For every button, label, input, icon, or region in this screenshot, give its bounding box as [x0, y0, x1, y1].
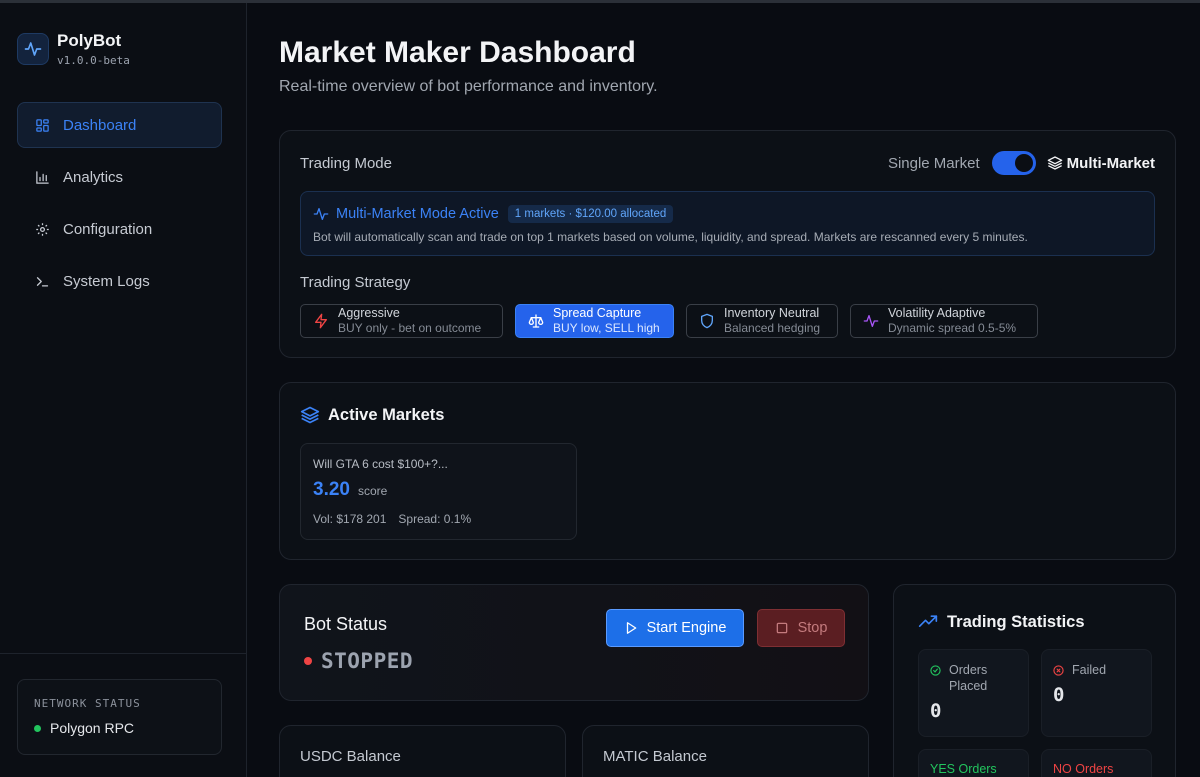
network-status-value: Polygon RPC [50, 720, 135, 736]
play-icon [626, 622, 636, 634]
strategy-spread-capture-button[interactable]: Spread Capture BUY low, SELL high [515, 304, 674, 338]
multi-market-text: Multi-Market [1066, 154, 1155, 172]
start-engine-label: Start Engine [646, 620, 727, 636]
strategy-desc: Dynamic spread 0.5-5% [888, 321, 1017, 335]
network-online-dot [34, 724, 41, 732]
grid-icon [36, 118, 49, 132]
strategy-desc: BUY low, SELL high [553, 321, 660, 335]
market-score-value: 3.20 [313, 479, 350, 500]
market-question: Will GTA 6 cost $100+?... [313, 457, 448, 471]
network-status-card: NETWORK STATUS Polygon RPC [17, 679, 222, 755]
multi-market-description: Bot will automatically scan and trade on… [313, 230, 1028, 244]
network-status-label: NETWORK STATUS [34, 697, 141, 710]
orders-placed-stat: Orders Placed 0 [918, 649, 1029, 737]
sidebar-nav: Dashboard Analytics Configuration System… [17, 102, 222, 310]
trading-strategy-label: Trading Strategy [300, 274, 411, 291]
shield-icon [701, 313, 713, 329]
mode-toggle-row: Single Market Multi-Market [888, 151, 1155, 175]
usdc-balance-card: USDC Balance [279, 725, 566, 777]
no-orders-stat: NO Orders [1041, 749, 1152, 777]
strategy-desc: BUY only - bet on outcome [338, 321, 482, 335]
yes-orders-label: YES Orders [930, 762, 997, 776]
sidebar-item-dashboard[interactable]: Dashboard [17, 102, 222, 148]
layers-icon [1047, 156, 1062, 170]
usdc-balance-label: USDC Balance [300, 748, 401, 765]
market-card[interactable]: Will GTA 6 cost $100+?... 3.20 score Vol… [300, 443, 577, 540]
square-icon [776, 622, 787, 634]
strategy-inventory-neutral-button[interactable]: Inventory Neutral Balanced hedging [686, 304, 838, 338]
main-content: Market Maker Dashboard Real-time overvie… [247, 3, 1200, 777]
trading-mode-card: Trading Mode Single Market Multi-Market … [279, 130, 1176, 358]
bar-chart-icon [36, 170, 49, 184]
multi-market-info-box: Multi-Market Mode Active 1 markets · $12… [300, 191, 1155, 256]
scale-icon [528, 314, 544, 328]
sidebar-item-label: Dashboard [63, 116, 137, 134]
market-score-label: score [357, 484, 388, 498]
sidebar-divider [0, 653, 246, 654]
strategy-desc: Balanced hedging [724, 321, 821, 335]
matic-balance-card: MATIC Balance [582, 725, 869, 777]
no-orders-label: NO Orders [1053, 762, 1114, 776]
sidebar-item-label: Analytics [63, 168, 124, 186]
bot-status-card: Bot Status STOPPED Start Engine Stop [279, 584, 869, 701]
pulse-logo-icon [17, 33, 49, 65]
terminal-icon [36, 276, 49, 286]
sidebar-item-system-logs[interactable]: System Logs [17, 258, 222, 304]
pulse-icon [863, 315, 879, 327]
multi-market-active-title: Multi-Market Mode Active [336, 206, 499, 222]
x-circle-icon [1053, 665, 1064, 676]
multi-market-label: Multi-Market [1047, 155, 1155, 172]
matic-balance-label: MATIC Balance [603, 748, 707, 765]
active-markets-title: Active Markets [328, 405, 445, 424]
start-engine-button[interactable]: Start Engine [606, 609, 744, 647]
sidebar-item-label: Configuration [63, 220, 153, 238]
market-volume: Vol: $178 201 [313, 512, 387, 526]
market-spread: Spread: 0.1% [398, 512, 472, 526]
trending-up-icon [918, 615, 938, 627]
failed-stat: Failed 0 [1041, 649, 1152, 737]
strategy-options: Aggressive BUY only - bet on outcome Spr… [300, 304, 1050, 338]
toggle-knob [1014, 154, 1033, 172]
trading-mode-label: Trading Mode [300, 155, 392, 172]
single-market-label: Single Market [887, 154, 980, 172]
status-indicator-dot [304, 657, 312, 665]
yes-orders-stat: YES Orders [918, 749, 1029, 777]
strategy-name: Volatility Adaptive [888, 306, 986, 320]
page-title: Market Maker Dashboard [279, 36, 636, 69]
sidebar: PolyBot v1.0.0-beta Dashboard Analytics … [0, 3, 247, 777]
bolt-icon [315, 313, 327, 329]
check-circle-icon [930, 665, 941, 676]
trading-statistics-card: Trading Statistics Orders Placed 0 Faile… [893, 584, 1176, 777]
strategy-volatility-adaptive-button[interactable]: Volatility Adaptive Dynamic spread 0.5-5… [850, 304, 1038, 338]
gear-icon [36, 222, 49, 236]
strategy-name: Spread Capture [553, 306, 642, 320]
active-markets-card: Active Markets Will GTA 6 cost $100+?...… [279, 382, 1176, 560]
bot-status-title: Bot Status [304, 614, 388, 634]
bot-status-state: STOPPED [321, 649, 414, 673]
orders-placed-label: Orders Placed [949, 663, 988, 693]
allocation-badge: 1 markets · $120.00 allocated [507, 205, 674, 223]
failed-value: 0 [1053, 684, 1065, 706]
page-subtitle: Real-time overview of bot performance an… [279, 78, 658, 95]
sidebar-item-configuration[interactable]: Configuration [17, 206, 222, 252]
strategy-name: Aggressive [338, 306, 400, 320]
stop-button[interactable]: Stop [757, 609, 845, 647]
app-name: PolyBot [57, 31, 122, 50]
orders-placed-value: 0 [930, 700, 942, 722]
strategy-aggressive-button[interactable]: Aggressive BUY only - bet on outcome [300, 304, 503, 338]
brand: PolyBot v1.0.0-beta [17, 31, 130, 67]
stop-label: Stop [797, 620, 828, 636]
layers-icon [300, 406, 320, 424]
sidebar-item-analytics[interactable]: Analytics [17, 154, 222, 200]
multi-market-toggle[interactable] [991, 151, 1036, 175]
failed-label: Failed [1072, 663, 1107, 677]
app-version: v1.0.0-beta [57, 54, 130, 67]
strategy-name: Inventory Neutral [724, 306, 820, 320]
sidebar-item-label: System Logs [63, 272, 150, 290]
trading-statistics-title: Trading Statistics [947, 612, 1085, 631]
pulse-icon [313, 208, 329, 220]
